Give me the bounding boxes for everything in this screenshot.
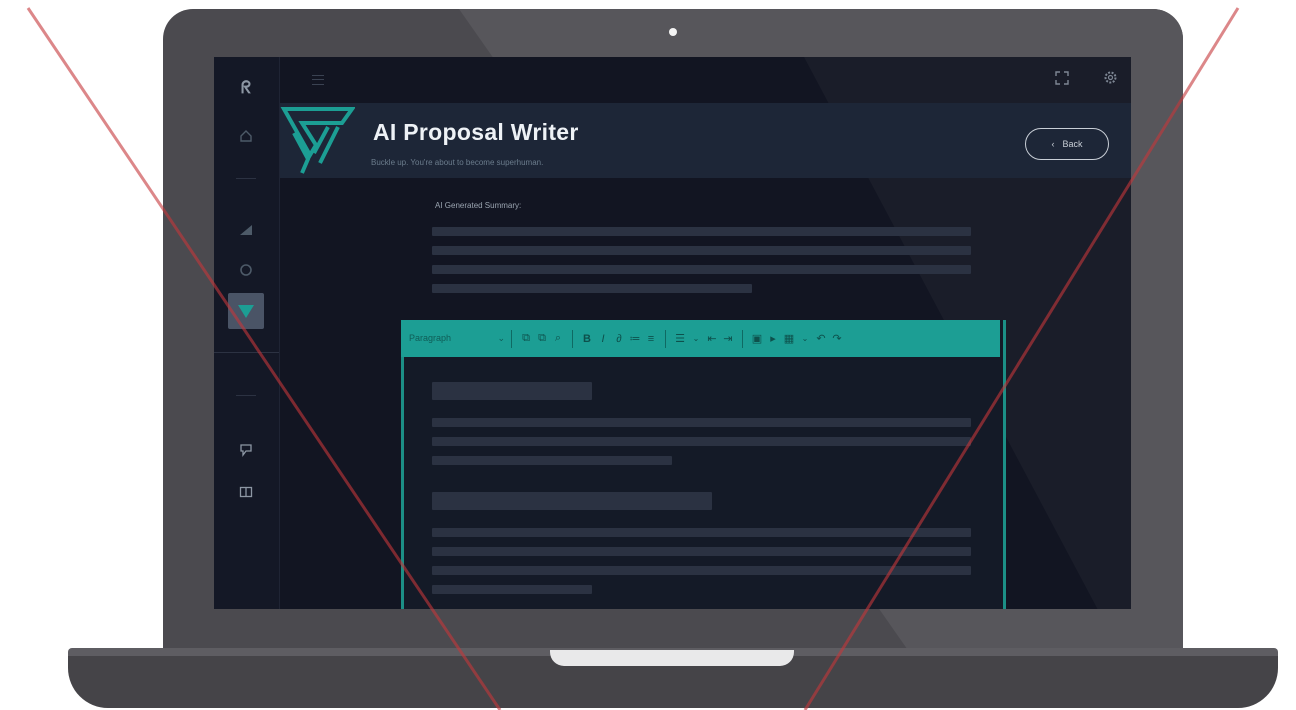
cross-line-left [26, 7, 502, 710]
cross-line-right [803, 7, 1240, 710]
cross-out-overlay [26, 7, 1240, 710]
